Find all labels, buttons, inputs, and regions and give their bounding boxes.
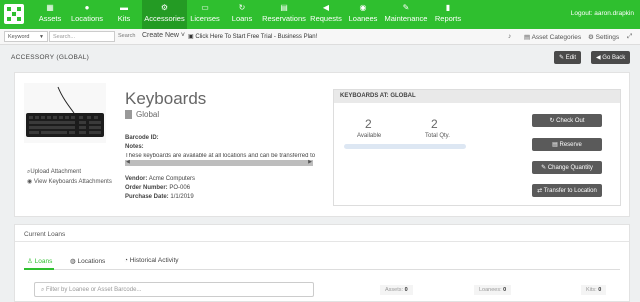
scroll-right-icon[interactable]: ▶ [308,159,312,165]
panel-title: KEYBOARDS AT: GLOBAL [334,90,620,103]
nav-loanees[interactable]: ◉ Loanees [346,0,380,29]
search-button[interactable]: Search [118,33,135,39]
tab-loans[interactable]: ♙ Loans [27,257,52,265]
active-tab-indicator [24,268,54,270]
nav-maintenance[interactable]: ✎ Maintenance [384,0,428,29]
calendar-icon: ▤ [280,3,288,12]
notes-label: Notes: [125,144,144,150]
nav-licenses[interactable]: ▭ Licenses [189,0,221,29]
total-label: Total Qty. [425,133,450,139]
vendor-row: Vendor: Acme Computers [125,176,196,182]
calendar-icon: ▤ [552,142,560,148]
license-icon: ▭ [201,3,209,12]
nav-reservations[interactable]: ▤ Reservations [262,0,306,29]
change-quantity-button[interactable]: ✎ Change Quantity [532,161,602,174]
chevron-down-icon: ▼ [39,34,44,40]
loan-filter-input[interactable]: ⌕ Filter by Loanee or Asset Barcode... [34,282,314,297]
eye-icon: ◉ [27,179,34,185]
pin-icon: ● [84,3,90,12]
settings-link[interactable]: ⚙ Settings [588,33,619,41]
search-type-select[interactable]: Keyword ▼ [4,31,48,42]
kits-count-badge: Kits: 0 [581,285,607,295]
bell-icon[interactable]: ♪ [508,33,511,40]
transfer-icon: ⇄ [537,188,544,194]
total-count: 2 [431,117,438,131]
accessory-card: ⌕Upload Attachment ◉ View Keyboards Atta… [14,72,630,217]
reserve-button[interactable]: ▤ Reserve [532,138,602,151]
nav-accessories[interactable]: ⚙ Accessories [142,0,187,29]
accessories-icon: ⚙ [160,3,169,12]
section-title: Current Loans [24,231,66,238]
accessory-name: Keyboards [125,89,207,108]
scroll-left-icon[interactable]: ◀ [126,159,130,165]
user-icon: ♙ [27,258,35,265]
refresh-icon: ↻ [238,3,246,12]
available-count: 2 [365,117,372,131]
create-new-button[interactable]: Create New ˅ [142,32,185,39]
gear-icon: ⚙ [588,34,596,41]
page-header: ACCESSORY (GLOBAL) ✎ Edit ◀ Go Back [8,50,632,65]
divider [15,241,629,242]
loanees-count-badge: Loanees: 0 [474,285,512,295]
purchase-row: Purchase Date: 1/1/2019 [125,194,194,200]
edit-icon: ✎ [541,165,548,171]
nav-assets[interactable]: ▦ Assets [34,0,66,29]
megaphone-icon: ◀ [322,3,330,12]
wrench-icon: ✎ [402,3,410,12]
availability-bar [344,144,466,149]
site-label: Global [125,110,159,120]
edit-button[interactable]: ✎ Edit [554,51,582,64]
edit-icon: ✎ [559,55,566,61]
check-out-button[interactable]: ↻ Check Out [532,114,602,127]
chart-icon: ▮ [445,3,451,12]
categories-icon: ▤ [524,34,532,41]
view-attachments-link[interactable]: ◉ View Keyboards Attachments [27,178,112,185]
chevron-down-icon: ˅ [180,32,186,39]
asset-categories-link[interactable]: ▤ Asset Categories [524,33,581,41]
page-title: ACCESSORY (GLOBAL) [11,54,90,61]
users-icon: ◉ [359,3,367,12]
building-icon [125,110,132,120]
briefcase-icon: ▬ [120,3,128,12]
nav-locations[interactable]: ● Locations [68,0,106,29]
nav-reports[interactable]: ▮ Reports [432,0,464,29]
order-row: Order Number: PO-006 [125,185,191,191]
notes-text: These keyboards are available at all loc… [125,153,315,159]
expand-icon[interactable]: ⤢ [627,33,632,41]
nav-kits[interactable]: ▬ Kits [110,0,138,29]
top-nav: ▦ Assets ● Locations ▬ Kits ⚙ Accessorie… [0,0,640,29]
available-label: Available [357,133,382,139]
assets-count-badge: Assets: 0 [380,285,413,295]
notes-scrollbar[interactable]: ◀ ▶ [125,159,313,166]
upload-attachment-link[interactable]: ⌕Upload Attachment [27,169,81,176]
transfer-button[interactable]: ⇄ Transfer to Location [532,184,602,197]
tab-underline [24,269,620,270]
grid-icon: ▦ [46,3,54,12]
accessory-image [24,83,106,143]
toolbar: Keyword ▼ Search... Search Create New ˅ … [0,29,640,45]
nav-loans[interactable]: ↻ Loans [226,0,258,29]
nav-requests[interactable]: ◀ Requests [309,0,343,29]
current-loans-section: Current Loans ♙ Loans ◍ Locations ◔ Hist… [14,224,630,302]
location-panel: KEYBOARDS AT: GLOBAL 2 Available 2 Total… [333,89,621,206]
tab-locations[interactable]: ◍ Locations [70,257,105,265]
barcode-row: Barcode ID: [125,135,159,141]
app-logo[interactable] [4,4,24,24]
search-input[interactable]: Search... [49,31,115,42]
free-trial-link[interactable]: ▣ Click Here To Start Free Trial - Busin… [188,33,317,40]
logout-link[interactable]: Logout: aaron.drapkin [571,10,634,17]
go-back-button[interactable]: ◀ Go Back [591,51,631,64]
tab-historical-activity[interactable]: ◔ Historical Activity [124,257,179,264]
